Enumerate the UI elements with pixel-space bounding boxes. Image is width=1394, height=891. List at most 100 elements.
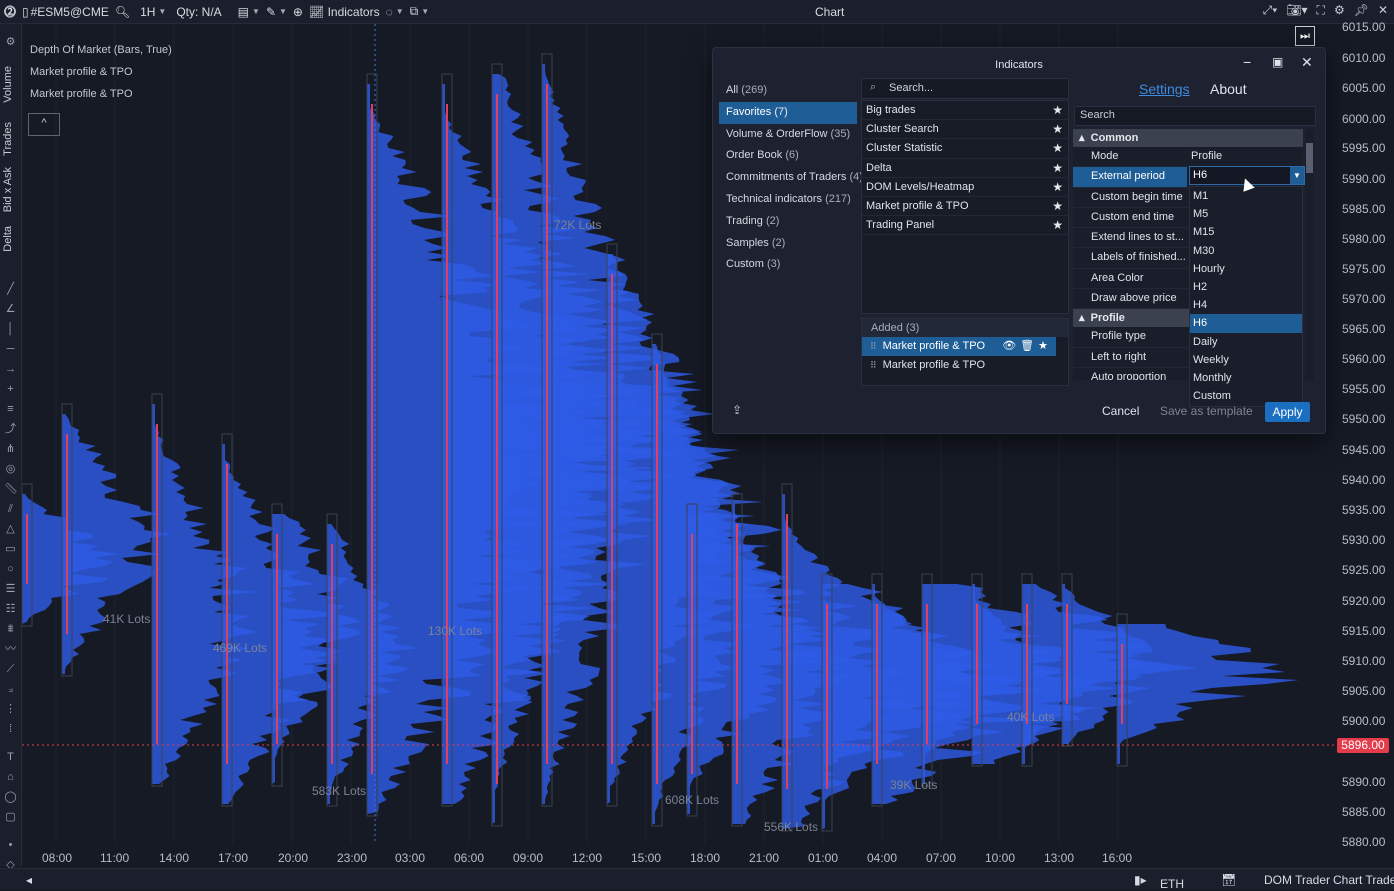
category-trading[interactable]: Trading (2) <box>719 211 857 233</box>
option-item[interactable]: M30 <box>1190 242 1302 260</box>
star-icon[interactable]: ★ <box>1052 216 1063 234</box>
channel-icon[interactable]: ⫽ <box>4 503 17 516</box>
curve-tool-icon[interactable]: ⤴ <box>4 423 17 436</box>
option-item[interactable]: M15 <box>1190 223 1302 241</box>
callout-icon[interactable]: ◯ <box>4 791 17 804</box>
circle-icon[interactable]: ○ <box>4 563 17 576</box>
collapse-legend-button[interactable]: ^ <box>28 113 60 136</box>
close-window-icon[interactable]: ✕ <box>1378 3 1388 18</box>
dialog-close-icon[interactable]: ✕ <box>1301 54 1313 71</box>
magnet-icon[interactable]: • <box>4 839 17 852</box>
cancel-button[interactable]: Cancel <box>1102 404 1139 418</box>
text-tool-icon[interactable]: T <box>4 751 17 764</box>
maximize-icon[interactable]: ▣ <box>1272 55 1283 69</box>
arrow-tool-icon[interactable]: → <box>4 363 17 376</box>
draw-icon[interactable]: ✎ ▼ <box>266 5 287 19</box>
ruler-icon[interactable]: 📏︎ <box>4 483 18 496</box>
category-favorites[interactable]: Favorites (7) <box>719 101 857 124</box>
scroll-to-latest-button[interactable]: ⏭ <box>1295 26 1315 46</box>
option-item[interactable]: Hourly <box>1190 260 1302 278</box>
crosshair-icon[interactable]: + <box>4 383 17 396</box>
option-item[interactable]: Weekly <box>1190 351 1302 369</box>
list-item[interactable]: DOM Levels/Heatmap ★ <box>862 178 1068 197</box>
zoom-icon[interactable]: ⊕ <box>293 5 303 19</box>
chevron-down-icon[interactable]: ▼ <box>1290 167 1304 184</box>
eye-icon[interactable]: 👁︎ <box>1002 340 1020 352</box>
list-item[interactable]: Cluster Statistic ★ <box>862 139 1068 159</box>
drag-handle-icon[interactable]: ⠿ <box>870 341 877 351</box>
category-all[interactable]: All (269) <box>719 80 857 102</box>
line-tool-icon[interactable]: ╱ <box>4 283 17 296</box>
star-icon[interactable]: ★ <box>1052 101 1063 119</box>
time-axis[interactable]: 08:00 11:00 14:00 17:00 20:00 23:00 03:0… <box>22 848 1334 868</box>
symbol-selector[interactable]: ▯ #ESM5@CME <box>22 5 109 19</box>
expand-icon[interactable]: ⛶ <box>1317 3 1325 18</box>
gann-icon[interactable]: ◎ <box>4 463 17 476</box>
angle-tool-icon[interactable]: ∠ <box>4 303 17 316</box>
tab-volume[interactable]: Volume <box>2 66 14 103</box>
minimize-icon[interactable]: − <box>1243 54 1251 70</box>
star-icon[interactable]: ★ <box>1052 178 1063 196</box>
vertical-line-icon[interactable]: │ <box>4 323 17 336</box>
trash-icon[interactable]: 🗑︎ <box>1020 340 1038 352</box>
fib-icon[interactable]: ≡ <box>4 403 17 416</box>
list-item[interactable]: Delta ★ <box>862 159 1068 178</box>
category-custom[interactable]: Custom (3) <box>719 254 857 276</box>
indicator-search-input[interactable]: ⌕ Search... <box>861 78 1069 99</box>
tab-bid-ask[interactable]: Bid x Ask <box>2 167 14 212</box>
quantity-selector[interactable]: Qty: N/A <box>176 5 221 19</box>
added-item[interactable]: ⠿ Market profile & TPO <box>862 356 1068 375</box>
levels-icon[interactable]: ☰ <box>4 583 17 596</box>
star-icon[interactable]: ★ <box>1038 340 1052 352</box>
option-item[interactable]: Monthly <box>1190 369 1302 387</box>
option-item[interactable]: M5 <box>1190 205 1302 223</box>
calendar-icon[interactable]: 📅︎ <box>1221 873 1236 887</box>
star-icon[interactable]: ★ <box>1052 139 1063 157</box>
list-item[interactable]: Market profile & TPO ★ <box>862 197 1068 217</box>
category-samples[interactable]: Samples (2) <box>719 233 857 255</box>
settings-icon[interactable]: ⚙ <box>1334 3 1345 18</box>
levels3-icon[interactable]: ⩩ <box>4 623 17 636</box>
pin-icon[interactable]: 📌︎ <box>1354 3 1369 18</box>
star-icon[interactable]: ★ <box>1052 159 1063 177</box>
apply-button[interactable]: Apply <box>1265 402 1310 422</box>
template-icon[interactable]: ◌ ▼ <box>386 5 404 19</box>
trend-icon[interactable]: ⟋ <box>4 663 17 676</box>
indicators-button[interactable]: 📈︎ Indicators <box>309 5 380 19</box>
category-volume-orderflow[interactable]: Volume & OrderFlow (35) <box>719 124 857 146</box>
star-icon[interactable]: ★ <box>1052 197 1063 215</box>
signal-icon[interactable]: ⟓ <box>4 683 17 696</box>
chart-type-icon[interactable]: ▤ ▼ <box>238 5 260 19</box>
category-commitments[interactable]: Commitments of Traders (4) <box>719 167 863 189</box>
camera-icon[interactable]: 📷︎▾ <box>1286 3 1307 18</box>
option-item-selected[interactable]: H6 <box>1190 314 1302 333</box>
link-icon[interactable]: ⤢▾ <box>1263 3 1278 18</box>
triangle-icon[interactable]: △ <box>4 523 17 536</box>
star-icon[interactable]: ★ <box>1052 120 1063 138</box>
list-item[interactable]: Cluster Search ★ <box>862 120 1068 140</box>
category-order-book[interactable]: Order Book (6) <box>719 145 857 167</box>
list-item[interactable]: Big trades ★ <box>862 101 1068 121</box>
search-icon[interactable]: 🔍︎ <box>115 5 130 19</box>
export-icon[interactable]: ⇪ <box>732 403 742 417</box>
rectangle-icon[interactable]: ▭ <box>4 543 17 556</box>
note-icon[interactable]: ▢ <box>4 811 17 824</box>
scroll-left-icon[interactable]: ◂ <box>26 873 32 887</box>
chart-trader-button[interactable]: Chart Trader <box>1333 873 1394 887</box>
settings-search-input[interactable]: Search <box>1074 106 1316 126</box>
settings-tool-icon[interactable]: ⚙ <box>4 36 17 49</box>
app-logo-icon[interactable]: ⓶ <box>4 3 16 20</box>
legend-market-profile-2[interactable]: Market profile & TPO <box>30 88 133 100</box>
tab-delta[interactable]: Delta <box>2 226 14 252</box>
prop-mode[interactable]: Mode Profile <box>1073 147 1303 168</box>
timeframe-selector[interactable]: 1H ▼ <box>140 5 166 19</box>
layout-icon[interactable]: ⧉ ▼ <box>410 4 430 19</box>
levels2-icon[interactable]: ☷ <box>4 603 17 616</box>
horizontal-line-icon[interactable]: ─ <box>4 343 17 356</box>
property-scrollbar[interactable] <box>1305 129 1314 380</box>
group-common[interactable]: ▴ Common <box>1073 129 1303 147</box>
tab-about[interactable]: About <box>1210 81 1247 97</box>
legend-depth-of-market[interactable]: Depth Of Market (Bars, True) <box>30 44 172 56</box>
option-item[interactable]: H4 <box>1190 296 1302 314</box>
drag-handle-icon[interactable]: ⠿ <box>870 360 877 370</box>
